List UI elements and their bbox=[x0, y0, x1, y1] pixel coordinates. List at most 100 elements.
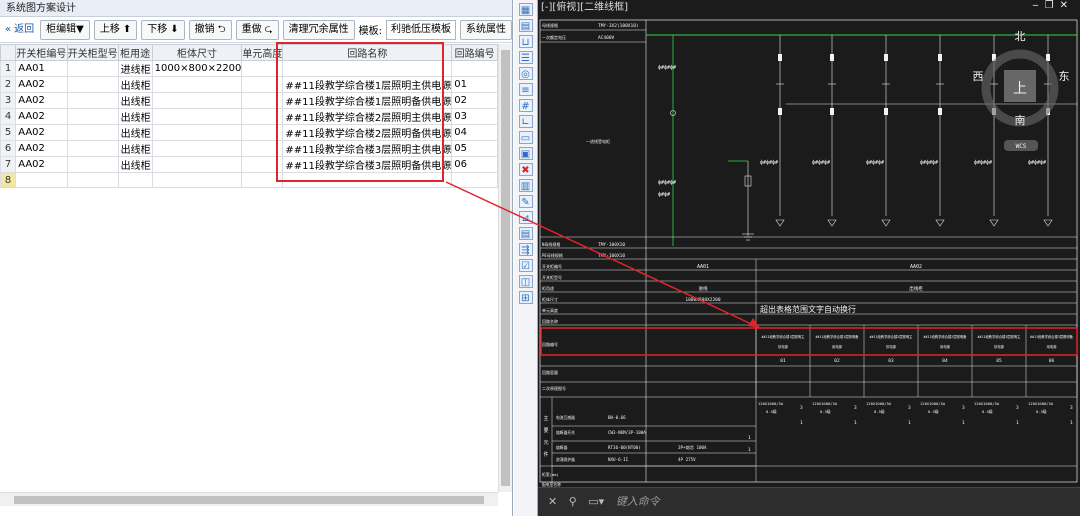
layers-icon[interactable]: ▤ bbox=[518, 227, 533, 240]
cell-size[interactable]: 1000×800×2200 bbox=[151, 60, 243, 77]
table-icon[interactable]: ▤ bbox=[518, 19, 533, 32]
cell-circuit[interactable]: ##11段教学综合楼3层照明备供电源 bbox=[282, 156, 453, 173]
align-icon[interactable]: ⇶ bbox=[518, 243, 533, 256]
cell-cab[interactable]: AA02 bbox=[15, 76, 68, 93]
row-number[interactable]: 1 bbox=[0, 60, 17, 77]
cell-unit[interactable] bbox=[241, 140, 284, 157]
cell-cab[interactable] bbox=[15, 172, 68, 188]
close-icon[interactable]: ✕ bbox=[548, 495, 557, 508]
col-header[interactable]: 柜用途 bbox=[117, 44, 153, 61]
command-line[interactable]: ✕ ⚲ ▭▾ 键入命令 bbox=[538, 487, 1080, 516]
cell-use[interactable]: 出线柜 bbox=[117, 124, 153, 141]
col-header[interactable]: 回路名称 bbox=[282, 44, 453, 61]
vertical-scrollbar[interactable] bbox=[498, 44, 512, 492]
cell-cno[interactable]: 03 bbox=[451, 108, 498, 125]
cell-cab[interactable]: AA02 bbox=[15, 108, 68, 125]
cell-unit[interactable] bbox=[241, 92, 284, 109]
cell-cab[interactable]: AA02 bbox=[15, 140, 68, 157]
cell-model[interactable] bbox=[66, 140, 119, 157]
row-number[interactable]: 6 bbox=[0, 140, 17, 157]
cell-cno[interactable] bbox=[451, 172, 498, 188]
cell-size[interactable] bbox=[151, 172, 243, 188]
cell-size[interactable] bbox=[151, 76, 243, 93]
cell-model[interactable] bbox=[66, 172, 119, 188]
template-select[interactable]: 利驰低压模板 ⌄ bbox=[386, 19, 456, 40]
cell-use[interactable]: 进线柜 bbox=[117, 60, 153, 77]
col-header[interactable]: 开关柜型号 bbox=[66, 44, 119, 61]
panel-icon[interactable]: ▭ bbox=[518, 131, 533, 144]
redo-button[interactable]: 重做 ⮎ bbox=[235, 19, 279, 40]
row-number[interactable]: 4 bbox=[0, 108, 17, 125]
list-icon[interactable]: ☰ bbox=[518, 51, 533, 64]
move-down-button[interactable]: 下移 ⬇ bbox=[141, 19, 185, 40]
command-input[interactable]: 键入命令 bbox=[616, 495, 660, 508]
row-number[interactable]: 7 bbox=[0, 156, 17, 173]
circle-icon[interactable]: ◎ bbox=[518, 67, 533, 80]
cell-circuit[interactable]: ##11段教学综合楼1层照明备供电源 bbox=[282, 92, 453, 109]
ruler-icon[interactable]: ⊿ bbox=[518, 211, 533, 224]
table-row[interactable]: 3 AA02 出线柜 ##11段教学综合楼1层照明备供电源 02 bbox=[0, 92, 498, 109]
cell-circuit[interactable] bbox=[282, 172, 453, 188]
cell-unit[interactable] bbox=[241, 60, 284, 77]
col-header[interactable]: 回路编号 bbox=[451, 44, 498, 61]
cell-model[interactable] bbox=[66, 76, 119, 93]
cell-unit[interactable] bbox=[241, 76, 284, 93]
cell-cab[interactable]: AA01 bbox=[15, 60, 68, 77]
cell-unit[interactable] bbox=[241, 124, 284, 141]
stack-icon[interactable]: ≡ bbox=[518, 83, 533, 96]
cell-cab[interactable]: AA02 bbox=[15, 156, 68, 173]
cell-size[interactable] bbox=[151, 140, 243, 157]
cad-viewport[interactable]: [-][俯视][二维线框] ‒❐✕ 母线规格 TMY-3X2(100X10) 一次额… bbox=[538, 0, 1080, 516]
col-header[interactable]: 开关柜编号 bbox=[15, 44, 68, 61]
window-controls[interactable]: ‒❐✕ bbox=[1032, 0, 1074, 11]
wrench-icon[interactable]: ⚲ bbox=[569, 495, 577, 508]
terminal-icon[interactable]: ▭▾ bbox=[588, 495, 604, 508]
delete-icon[interactable]: ✖ bbox=[518, 163, 533, 176]
cell-size[interactable] bbox=[151, 108, 243, 125]
table-row[interactable]: 1 AA01 进线柜 1000×800×2200 bbox=[0, 60, 498, 77]
cell-use[interactable]: 出线柜 bbox=[117, 92, 153, 109]
table-row[interactable]: 6 AA02 出线柜 ##11段教学综合楼3层照明主供电源 05 bbox=[0, 140, 498, 157]
cell-circuit[interactable]: ##11段教学综合楼3层照明主供电源 bbox=[282, 140, 453, 157]
cell-unit[interactable] bbox=[241, 172, 284, 188]
cell-circuit[interactable] bbox=[282, 60, 453, 77]
cell-use[interactable] bbox=[117, 172, 153, 188]
clean-attrs-button[interactable]: 清理冗余属性 bbox=[282, 19, 355, 40]
horizontal-scrollbar[interactable] bbox=[0, 492, 498, 506]
cad-drawing[interactable]: 母线规格 TMY-3X2(100X10)一次额定电压 AC400Vф#ф#ф#ф#ф… bbox=[538, 16, 1080, 487]
cell-size[interactable] bbox=[151, 124, 243, 141]
row-number[interactable]: 2 bbox=[0, 76, 17, 93]
table-row[interactable]: 7 AA02 出线柜 ##11段教学综合楼3层照明备供电源 06 bbox=[0, 156, 498, 173]
cell-unit[interactable] bbox=[241, 108, 284, 125]
cell-cab[interactable]: AA02 bbox=[15, 124, 68, 141]
clipboard-icon[interactable]: ▥ bbox=[518, 179, 533, 192]
col-header[interactable]: 单元高度 bbox=[241, 44, 284, 61]
block-icon[interactable]: ◫ bbox=[518, 275, 533, 288]
hash-icon[interactable]: # bbox=[518, 99, 533, 112]
cell-use[interactable]: 出线柜 bbox=[117, 156, 153, 173]
edit-icon[interactable]: ✎ bbox=[518, 195, 533, 208]
row-number[interactable]: 5 bbox=[0, 124, 17, 141]
back-button[interactable]: «返回 bbox=[3, 20, 36, 40]
system-props-button[interactable]: 系统属性 bbox=[460, 19, 512, 40]
cell-cno[interactable] bbox=[451, 60, 498, 77]
cell-circuit[interactable]: ##11段教学综合楼2层照明备供电源 bbox=[282, 124, 453, 141]
table-row[interactable]: 2 AA02 出线柜 ##11段教学综合楼1层照明主供电源 01 bbox=[0, 76, 498, 93]
move-up-button[interactable]: 上移 ⬆ bbox=[93, 19, 138, 40]
undo-button[interactable]: 撤销 ⮌ bbox=[188, 19, 232, 40]
check-icon[interactable]: ☑ bbox=[518, 259, 533, 272]
cell-size[interactable] bbox=[151, 92, 243, 109]
cell-cno[interactable]: 02 bbox=[451, 92, 498, 109]
viewport-label[interactable]: [-][俯视][二维线框] bbox=[538, 0, 1080, 16]
cell-cab[interactable]: AA02 bbox=[15, 92, 68, 109]
table-row[interactable]: 5 AA02 出线柜 ##11段教学综合楼2层照明备供电源 04 bbox=[0, 124, 498, 141]
cell-use[interactable]: 出线柜 bbox=[117, 140, 153, 157]
cell-cno[interactable]: 06 bbox=[451, 156, 498, 173]
cell-model[interactable] bbox=[66, 92, 119, 109]
cell-use[interactable]: 出线柜 bbox=[117, 76, 153, 93]
cell-model[interactable] bbox=[66, 124, 119, 141]
table-row[interactable]: 8 bbox=[0, 172, 498, 188]
cell-circuit[interactable]: ##11段教学综合楼1层照明主供电源 bbox=[282, 76, 453, 93]
cell-model[interactable] bbox=[66, 156, 119, 173]
scroll-thumb[interactable] bbox=[14, 496, 484, 504]
